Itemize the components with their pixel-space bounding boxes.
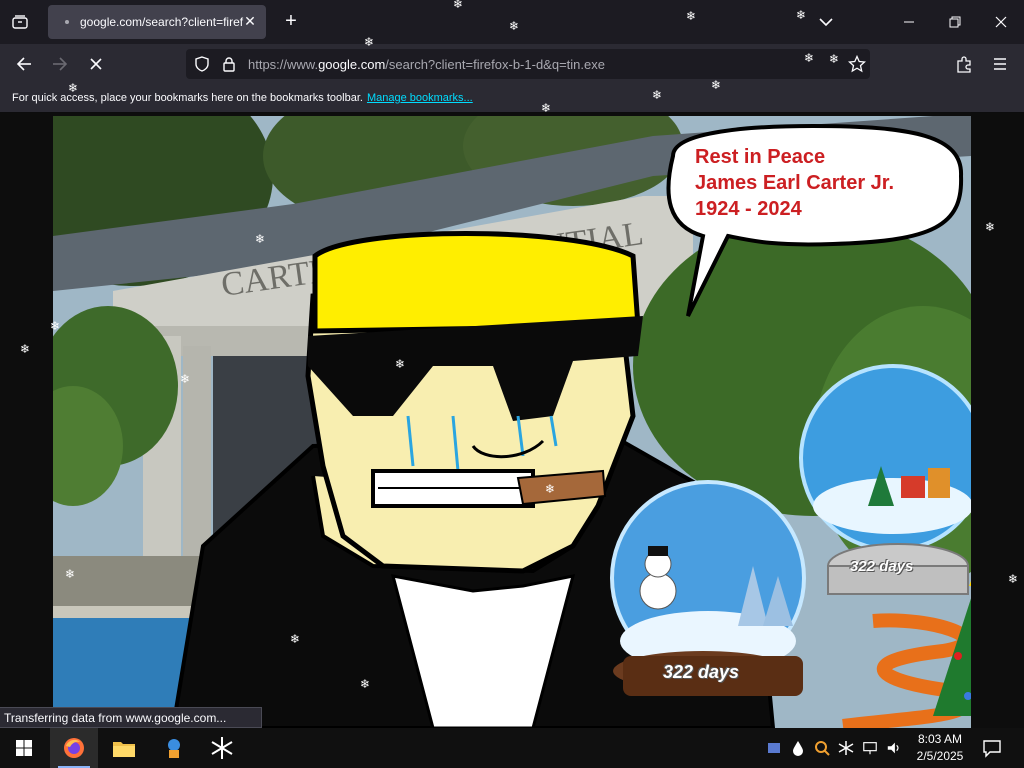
lock-icon[interactable] xyxy=(222,56,236,77)
snowflake-icon: ❄ xyxy=(255,232,266,246)
bookmarks-toolbar: For quick access, place your bookmarks h… xyxy=(0,84,1024,113)
snowflake-icon: ❄ xyxy=(1008,572,1019,586)
snowflake-tray-icon[interactable] xyxy=(838,740,854,756)
snowflake-icon: ❄ xyxy=(360,677,371,691)
snowflake-icon: ❄ xyxy=(829,52,840,66)
snowflake-icon: ❄ xyxy=(290,632,301,646)
droplet-icon[interactable] xyxy=(790,740,806,756)
star-icon[interactable] xyxy=(847,54,867,78)
snowflake-icon: ❄ xyxy=(180,372,191,386)
shield-icon[interactable] xyxy=(194,56,210,77)
app-icon[interactable] xyxy=(150,728,198,768)
clock-date: 2/5/2025 xyxy=(916,749,964,763)
snowflake-icon: ❄ xyxy=(711,78,722,92)
chevron-down-icon[interactable] xyxy=(816,12,836,32)
extensions-icon[interactable] xyxy=(950,52,978,76)
url-bar[interactable]: https://www.google.com/search?client=fir… xyxy=(186,49,870,79)
snowflake-icon: ❄ xyxy=(509,19,520,33)
snowflake-icon: ❄ xyxy=(985,220,996,234)
notification-icon[interactable] xyxy=(982,738,1002,758)
tray-app-icon[interactable] xyxy=(766,740,782,756)
bookmarks-hint: For quick access, place your bookmarks h… xyxy=(12,92,473,104)
tab-title: google.com/search?client=firef xyxy=(80,15,244,29)
file-explorer-icon[interactable] xyxy=(100,728,148,768)
plus-icon[interactable]: + xyxy=(280,11,302,33)
window-close-icon[interactable] xyxy=(978,0,1024,44)
url-path: /search?client=firefox-b-1-d&q=tin.exe xyxy=(385,57,605,72)
manage-bookmarks-link[interactable]: Manage bookmarks... xyxy=(367,92,473,104)
network-icon[interactable] xyxy=(862,740,878,756)
snowflake-icon: ❄ xyxy=(804,51,815,65)
forward-arrow-icon[interactable] xyxy=(46,52,74,76)
page-content: CARTER ENTIAL xyxy=(0,113,1024,728)
stop-icon[interactable] xyxy=(82,52,110,76)
navigation-toolbar: https://www.google.com/search?client=fir… xyxy=(0,44,1024,84)
snowflake-icon: ❄ xyxy=(796,8,807,22)
clock-time: 8:03 AM xyxy=(917,732,963,746)
firefox-icon[interactable] xyxy=(50,728,98,768)
speech-bubble-text: Rest in Peace James Earl Carter Jr. 1924… xyxy=(695,146,895,220)
globe-large-label: 322 days xyxy=(850,558,914,575)
search-tray-icon[interactable] xyxy=(814,740,830,756)
tab-google-search[interactable]: google.com/search?client=firef ✕ xyxy=(48,5,266,39)
menu-icon[interactable] xyxy=(986,52,1014,76)
url-text: https://www.google.com/search?client=fir… xyxy=(248,57,605,72)
globe-small-label: 322 days xyxy=(663,662,740,682)
maximize-icon[interactable] xyxy=(932,0,978,44)
meme-image: CARTER ENTIAL xyxy=(53,116,971,728)
close-icon[interactable]: ✕ xyxy=(242,13,258,29)
back-arrow-icon[interactable] xyxy=(10,52,38,76)
url-prefix: https://www. xyxy=(248,57,319,72)
windows-start-icon[interactable] xyxy=(0,728,48,768)
bookmarks-hint-text: For quick access, place your bookmarks h… xyxy=(12,92,363,104)
taskbar: 8:03 AM 2/5/2025 xyxy=(0,728,1024,768)
snowflake-icon: ❄ xyxy=(395,357,406,371)
snowflake-icon: ❄ xyxy=(686,9,697,23)
snowflake-app-icon[interactable] xyxy=(198,728,246,768)
url-host: google.com xyxy=(318,57,386,72)
status-panel: Transferring data from www.google.com... xyxy=(0,707,262,728)
snowflake-icon: ❄ xyxy=(545,482,556,496)
snowflake-icon: ❄ xyxy=(541,101,552,115)
snowflake-icon: ❄ xyxy=(50,319,61,333)
snowflake-icon: ❄ xyxy=(364,35,375,49)
snowflake-icon: ❄ xyxy=(68,81,79,95)
snowflake-icon: ❄ xyxy=(652,88,663,102)
tab-list-icon[interactable] xyxy=(8,10,32,34)
system-clock[interactable]: 8:03 AM 2/5/2025 xyxy=(912,731,968,765)
minimize-icon[interactable] xyxy=(886,0,932,44)
snowflake-icon: ❄ xyxy=(20,342,31,356)
snowflake-icon: ❄ xyxy=(65,567,76,581)
loading-spinner-icon xyxy=(60,15,74,29)
snowflake-icon: ❄ xyxy=(453,0,464,11)
volume-icon[interactable] xyxy=(886,740,902,756)
